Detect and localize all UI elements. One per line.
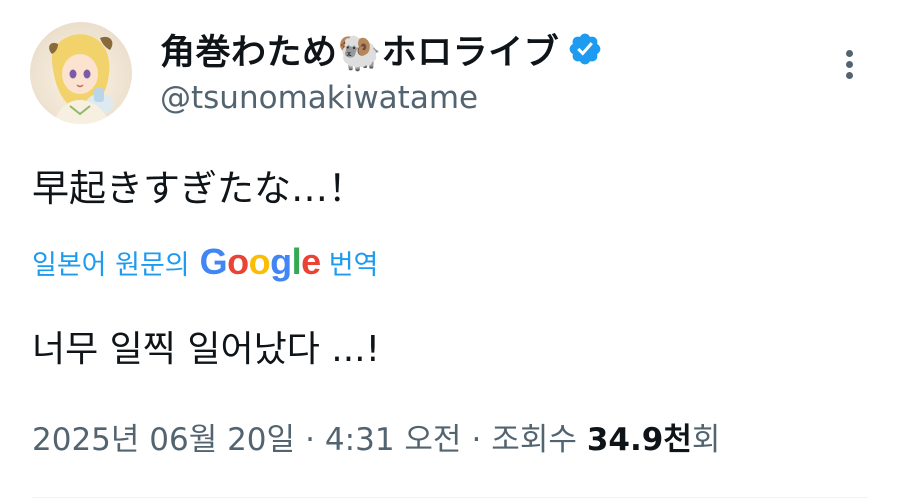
tweet-date[interactable]: 2025년 06월 20일 (32, 414, 295, 459)
meta-separator: · (305, 422, 315, 458)
author-handle[interactable]: @tsunomakiwatame (160, 80, 478, 116)
tweet-text: 早起きすぎたな…！ (32, 167, 365, 210)
views-count: 34.9천 (586, 422, 692, 458)
verified-badge-icon (567, 31, 603, 67)
tweet-detail: 角巻わため🐏ホロライブ @tsunomakiwatame 早起きすぎたな…！ 일… (0, 0, 900, 504)
translated-text: 너무 일찍 일어났다 ...! (32, 329, 381, 370)
meta-separator: · (471, 422, 482, 458)
tweet-meta: 2025년 06월 20일 · 4:31 오전 · 조회수 34.9천 회 (32, 414, 720, 459)
views-suffix: 회 (691, 422, 721, 458)
translate-label-prefix: 일본어 원문의 (32, 249, 190, 281)
author-display-name[interactable]: 角巻わため🐏ホロライブ (160, 24, 559, 75)
translate-label-suffix: 번역 (328, 249, 379, 281)
google-logo: Google (199, 241, 322, 282)
author-name-row: 角巻わため🐏ホロライブ (160, 24, 603, 75)
avatar-image (30, 22, 132, 124)
avatar[interactable] (30, 22, 132, 124)
divider (32, 497, 868, 498)
views-label: 조회수 (491, 422, 577, 458)
more-vertical-icon[interactable] (836, 44, 864, 84)
translate-link[interactable]: 일본어 원문의 Google 번역 (32, 240, 378, 284)
tweet-time[interactable]: 4:31 오전 (325, 414, 462, 459)
